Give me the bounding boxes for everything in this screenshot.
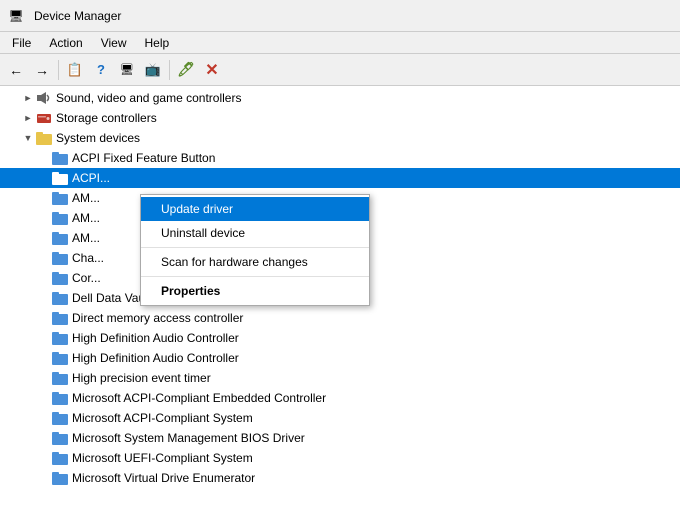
window-title: Device Manager xyxy=(34,9,121,23)
tree-item-msm-bios[interactable]: Microsoft System Management BIOS Driver xyxy=(0,428,680,448)
expand-sound: ► xyxy=(20,93,36,103)
toolbar-separator-2 xyxy=(169,60,170,80)
tree-item-storage[interactable]: ► Storage controllers xyxy=(0,108,680,128)
system-folder-icon xyxy=(36,130,52,146)
am1-label: AM... xyxy=(72,191,100,205)
tree-item-hda2[interactable]: High Definition Audio Controller xyxy=(0,348,680,368)
tree-item-acpi-selected[interactable]: ACPI... xyxy=(0,168,680,188)
cha-label: Cha... xyxy=(72,251,104,265)
context-menu: Update driver Uninstall device Scan for … xyxy=(140,194,370,306)
title-bar: 🖥 Device Manager xyxy=(0,0,680,32)
tree-item-mac-system[interactable]: Microsoft ACPI-Compliant System xyxy=(0,408,680,428)
mac-system-label: Microsoft ACPI-Compliant System xyxy=(72,411,253,425)
remove-button[interactable]: ✕ xyxy=(200,58,224,82)
monitor-button[interactable]: 📺 xyxy=(141,58,165,82)
back-button[interactable]: ← xyxy=(4,58,28,82)
menu-file[interactable]: File xyxy=(4,34,39,52)
ctx-separator-2 xyxy=(141,276,369,277)
dell-icon xyxy=(52,290,68,306)
menu-bar: File Action View Help xyxy=(0,32,680,54)
hda1-icon xyxy=(52,330,68,346)
msm-bios-label: Microsoft System Management BIOS Driver xyxy=(72,431,305,445)
uefi-icon xyxy=(52,450,68,466)
ctx-scan-hardware[interactable]: Scan for hardware changes xyxy=(141,250,369,274)
toolbar: ← → 📋 ? 🖥 📺 🖊 ✕ xyxy=(0,54,680,86)
am1-icon xyxy=(52,190,68,206)
acpi-fixed-label: ACPI Fixed Feature Button xyxy=(72,151,215,165)
hda1-label: High Definition Audio Controller xyxy=(72,331,239,345)
tree-item-sound[interactable]: ► Sound, video and game controllers xyxy=(0,88,680,108)
ctx-properties[interactable]: Properties xyxy=(141,279,369,303)
ctx-uninstall-device[interactable]: Uninstall device xyxy=(141,221,369,245)
tree-item-mvde[interactable]: Microsoft Virtual Drive Enumerator xyxy=(0,468,680,488)
am2-icon xyxy=(52,210,68,226)
acpi-fixed-icon xyxy=(52,150,68,166)
sound-label: Sound, video and game controllers xyxy=(56,91,241,105)
menu-action[interactable]: Action xyxy=(41,34,90,52)
expand-storage: ► xyxy=(20,113,36,123)
cha-icon xyxy=(52,250,68,266)
tree-item-hpet[interactable]: High precision event timer xyxy=(0,368,680,388)
help-button[interactable]: ? xyxy=(89,58,113,82)
cor-label: Cor... xyxy=(72,271,101,285)
hda2-label: High Definition Audio Controller xyxy=(72,351,239,365)
am2-label: AM... xyxy=(72,211,100,225)
uefi-label: Microsoft UEFI-Compliant System xyxy=(72,451,253,465)
mvde-icon xyxy=(52,470,68,486)
toolbar-separator-1 xyxy=(58,60,59,80)
direct-label: Direct memory access controller xyxy=(72,311,243,325)
tree-item-acpi-fixed[interactable]: ACPI Fixed Feature Button xyxy=(0,148,680,168)
msm-bios-icon xyxy=(52,430,68,446)
acpi-selected-icon xyxy=(52,170,68,186)
cor-icon xyxy=(52,270,68,286)
tree-item-uefi[interactable]: Microsoft UEFI-Compliant System xyxy=(0,448,680,468)
storage-icon xyxy=(36,110,52,126)
forward-button[interactable]: → xyxy=(30,58,54,82)
ctx-separator-1 xyxy=(141,247,369,248)
mvde-label: Microsoft Virtual Drive Enumerator xyxy=(72,471,255,485)
mac-embedded-label: Microsoft ACPI-Compliant Embedded Contro… xyxy=(72,391,326,405)
storage-label: Storage controllers xyxy=(56,111,157,125)
am3-icon xyxy=(52,230,68,246)
tree-item-hda1[interactable]: High Definition Audio Controller xyxy=(0,328,680,348)
tree-item-direct[interactable]: Direct memory access controller xyxy=(0,308,680,328)
expand-system: ▼ xyxy=(20,133,36,143)
add-button[interactable]: 🖊 xyxy=(174,58,198,82)
hpet-label: High precision event timer xyxy=(72,371,211,385)
scan-button[interactable]: 🖥 xyxy=(115,58,139,82)
menu-view[interactable]: View xyxy=(93,34,135,52)
ctx-update-driver[interactable]: Update driver xyxy=(141,197,369,221)
system-label: System devices xyxy=(56,131,140,145)
acpi-selected-label: ACPI... xyxy=(72,171,110,185)
main-content: ► Sound, video and game controllers ► xyxy=(0,86,680,529)
app-icon: 🖥 xyxy=(8,8,24,24)
mac-embedded-icon xyxy=(52,390,68,406)
menu-help[interactable]: Help xyxy=(137,34,178,52)
hda2-icon xyxy=(52,350,68,366)
direct-icon xyxy=(52,310,68,326)
hpet-icon xyxy=(52,370,68,386)
am3-label: AM... xyxy=(72,231,100,245)
tree-item-system[interactable]: ▼ System devices xyxy=(0,128,680,148)
mac-system-icon xyxy=(52,410,68,426)
tree-item-mac-embedded[interactable]: Microsoft ACPI-Compliant Embedded Contro… xyxy=(0,388,680,408)
properties-button[interactable]: 📋 xyxy=(63,58,87,82)
sound-icon xyxy=(36,90,52,106)
